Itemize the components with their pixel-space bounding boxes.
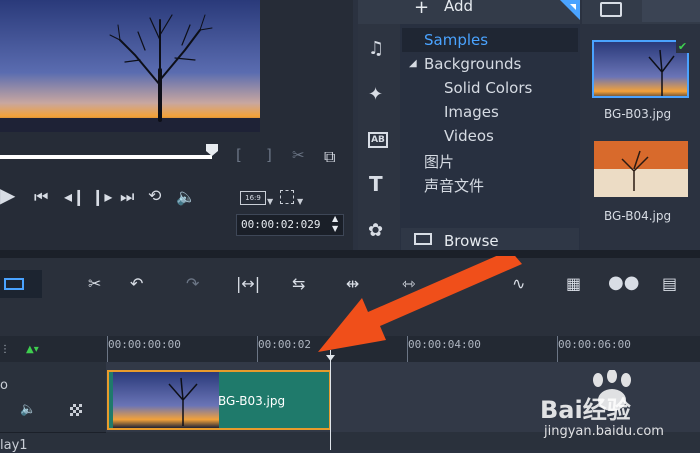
playhead[interactable] (330, 350, 331, 450)
previous-frame-icon[interactable]: ◂❙ (64, 188, 85, 206)
text-icon[interactable]: T (369, 174, 383, 194)
timecode-stepper[interactable]: ▲ ▼ (332, 214, 338, 234)
thumbnail-label: BG-B03.jpg (604, 107, 672, 121)
transition-icon[interactable]: ✦ (368, 86, 383, 104)
timecode-field[interactable]: 00:00:02:029 (236, 214, 344, 236)
ruler-tick (557, 336, 558, 362)
tools-icon[interactable]: ✂ (88, 274, 101, 293)
track-label: o (0, 378, 8, 393)
mark-out-icon[interactable]: ] (266, 146, 272, 164)
thumbnail-label: BG-B04.jpg (604, 209, 672, 223)
undo-icon[interactable]: ↶ (130, 274, 143, 293)
go-to-end-icon[interactable]: ⏭ (120, 188, 134, 206)
ruler-label: 00:00:00:00 (108, 338, 181, 351)
mark-in-icon[interactable]: [ (236, 146, 242, 164)
ruler-tick (107, 336, 108, 362)
cut-icon[interactable]: ✂ (292, 146, 305, 164)
pin-icon[interactable] (560, 0, 580, 20)
track-separator (0, 432, 106, 433)
film-strip-icon[interactable]: ▦ (566, 274, 581, 293)
annotation-arrow (300, 250, 530, 360)
tree-label-images[interactable]: Images (444, 103, 499, 121)
thumbnail-bg-b04[interactable] (594, 141, 688, 197)
tree-label-samples[interactable]: Samples (424, 31, 488, 49)
import-folder-icon[interactable] (600, 2, 622, 17)
preview-image (0, 0, 260, 132)
collapse-icon[interactable]: ◢ (409, 58, 417, 69)
tree-label-videos[interactable]: Videos (444, 127, 494, 145)
add-label[interactable]: Add (444, 0, 473, 15)
clip-label: BG-B03.jpg (218, 394, 286, 408)
go-to-start-icon[interactable]: ⏮ (34, 188, 48, 206)
watermark: Bai经验 jingyan.baidu.com (540, 370, 700, 450)
selected-check-icon: ✔ (676, 40, 689, 53)
tree-label-solid-colors[interactable]: Solid Colors (444, 79, 532, 97)
aspect-dropdown-icon[interactable]: ▼ (267, 197, 273, 206)
crop-icon[interactable] (280, 190, 294, 204)
play-icon[interactable]: ▶ (0, 185, 15, 205)
tree-label-audio[interactable]: 声音文件 (424, 175, 484, 196)
add-icon[interactable]: + (414, 0, 429, 18)
next-frame-icon[interactable]: ❙▸ (91, 188, 112, 206)
fit-timeline-icon[interactable]: |↔| (236, 274, 260, 293)
volume-icon[interactable]: 🔈 (176, 188, 196, 206)
title-icon[interactable]: AB (368, 132, 388, 148)
browse-label[interactable]: Browse (444, 232, 499, 250)
copy-frame-icon[interactable]: ⧉ (324, 148, 335, 166)
aspect-ratio-button[interactable]: 16:9 (240, 191, 266, 205)
crop-dropdown-icon[interactable]: ▼ (297, 197, 303, 206)
watermark-url: jingyan.baidu.com (544, 424, 664, 439)
ruler-label: 00:00:06:00 (558, 338, 631, 351)
track-header (0, 362, 106, 450)
watermark-brand: Bai经验 (540, 396, 631, 424)
scrub-handle[interactable] (205, 142, 219, 156)
thumb-tab[interactable] (642, 0, 700, 22)
add-track-icon[interactable]: ▲▾ (26, 344, 39, 355)
audio-library-icon[interactable]: ♫ (368, 40, 384, 58)
browse-folder-icon[interactable] (414, 233, 432, 245)
thumbnail-bg-b03[interactable] (592, 40, 689, 98)
tree-label-pictures[interactable]: 图片 (424, 151, 454, 172)
track-menu-icon[interactable]: ⋮ (0, 344, 10, 355)
filter-icon[interactable]: ✿ (368, 222, 383, 240)
subtitle-icon[interactable]: ▤ (662, 274, 677, 293)
blend-icon[interactable]: ●● (608, 272, 639, 293)
timeline-view-button[interactable] (0, 270, 42, 298)
track-volume-icon[interactable]: 🔈 (20, 402, 36, 417)
tree-label-backgrounds[interactable]: Backgrounds (424, 55, 521, 73)
scrub-bar[interactable] (0, 155, 212, 159)
track-mask-icon[interactable] (70, 404, 82, 416)
redo-icon[interactable]: ↷ (186, 274, 199, 293)
repeat-icon[interactable]: ⟲ (148, 187, 161, 205)
ruler-tick (257, 336, 258, 362)
track-label: lay1 (0, 438, 28, 453)
